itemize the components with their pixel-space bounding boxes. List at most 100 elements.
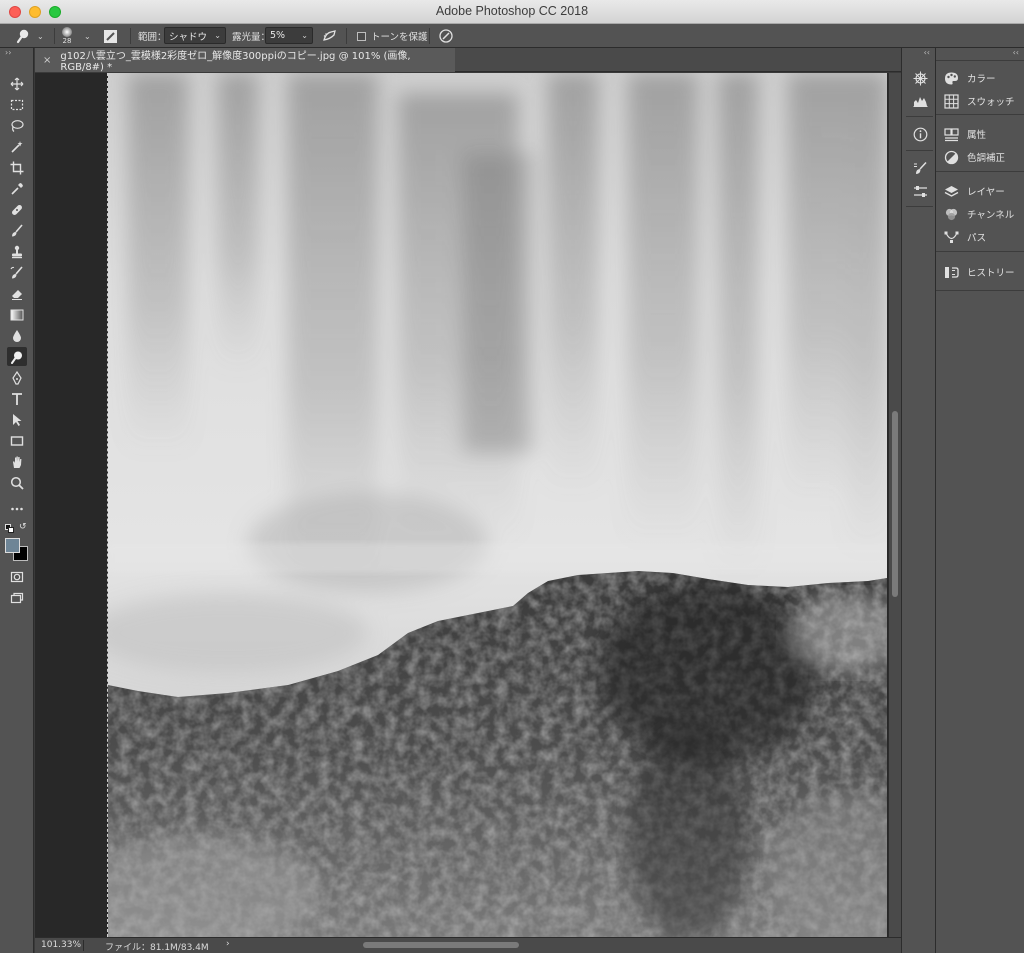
color-panel-label: カラー (967, 74, 996, 85)
exposure-input[interactable]: 5% ⌄ (265, 27, 313, 44)
brush-icon (12, 223, 23, 236)
brush-settings-icon (104, 29, 117, 43)
chevron-down-icon: ⌄ (37, 31, 44, 41)
rectangle-tool[interactable] (7, 431, 27, 450)
blur-tool[interactable] (7, 326, 27, 345)
collapse-panels-icon[interactable]: ‹‹ (1013, 48, 1019, 57)
brush-settings-button[interactable] (103, 24, 118, 48)
navigator-button[interactable] (910, 68, 930, 88)
more-tools-button[interactable] (7, 499, 27, 518)
properties-panel-tab[interactable]: 属性 (944, 124, 986, 144)
dodge-tool[interactable] (7, 347, 27, 366)
pen-tool[interactable] (7, 368, 27, 387)
channels-panel-tab[interactable]: チャンネル (944, 204, 1014, 224)
bandage-icon (12, 204, 22, 215)
eraser-tool[interactable] (7, 284, 27, 303)
document-tab[interactable]: × g102八雲立つ_雲模様2彩度ゼロ_解像度300ppiのコピー.jpg @ … (35, 48, 455, 73)
tool-presets-button[interactable] (910, 181, 930, 201)
swatches-grid-icon (944, 93, 959, 109)
collapsed-panel-strip: ‹‹ (901, 48, 936, 953)
canvas-image[interactable] (108, 73, 887, 937)
swatches-panel-label: スウォッチ (967, 97, 1015, 108)
document-tab-bar: × g102八雲立つ_雲模様2彩度ゼロ_解像度300ppiのコピー.jpg @ … (35, 48, 901, 73)
default-colors-icon[interactable] (5, 524, 14, 533)
crop-tool[interactable] (7, 158, 27, 177)
path-selection-tool[interactable] (7, 410, 27, 429)
collapse-arrows-icon[interactable]: ›› (5, 48, 11, 57)
gradient-tool[interactable] (7, 305, 27, 324)
clone-stamp-tool[interactable] (7, 242, 27, 261)
pressure-size-button[interactable] (438, 24, 454, 48)
magic-wand-tool[interactable] (7, 137, 27, 156)
foreground-color-swatch[interactable] (5, 538, 20, 553)
expand-arrows-icon[interactable]: ‹‹ (924, 48, 930, 57)
vertical-scroll-thumb[interactable] (892, 411, 898, 597)
healing-brush-tool[interactable] (7, 200, 27, 219)
type-tool[interactable] (7, 389, 27, 408)
screen-mode-button[interactable] (7, 588, 27, 607)
brush-settings-panel-button[interactable] (910, 158, 930, 178)
protect-tones-label: トーンを保護 (371, 32, 428, 43)
blur-drop-icon (13, 329, 21, 342)
window-title: Adobe Photoshop CC 2018 (435, 4, 589, 18)
selection-edge (107, 73, 108, 937)
lasso-icon (11, 119, 24, 132)
rectangular-marquee-icon (10, 99, 24, 110)
marquee-tool[interactable] (7, 95, 27, 114)
horizontal-scroll-thumb[interactable] (363, 942, 519, 948)
eraser-icon (12, 289, 22, 300)
panel-dock: ‹‹ カラー スウォッチ 属性 色調補正 レイヤー チャンネル パス ヒストリー (936, 48, 1024, 953)
title-bar: Adobe Photoshop CC 2018 (0, 0, 1024, 24)
tools-panel: ›› ↺ (0, 48, 34, 953)
brush-picker-chevron-icon[interactable]: ⌄ (84, 24, 91, 48)
info-button[interactable] (910, 124, 930, 144)
magnifier-icon (10, 476, 24, 490)
adjustments-icon (944, 150, 959, 164)
status-bar: 101.33% ファイル：81.1M/83.4M › (35, 937, 901, 953)
pressure-icon (439, 29, 453, 43)
brush-presets-icon (913, 161, 927, 174)
brush-tool[interactable] (7, 221, 27, 240)
crop-icon (10, 161, 24, 174)
quick-mask-button[interactable] (7, 567, 27, 586)
adjustments-panel-label: 色調補正 (967, 153, 1006, 164)
dodge-icon (11, 351, 22, 364)
color-panel-tab[interactable]: カラー (944, 68, 996, 88)
move-icon (10, 77, 24, 90)
history-brush-tool[interactable] (7, 263, 27, 282)
range-select[interactable]: シャドウ ⌄ (164, 27, 226, 44)
move-tool[interactable] (7, 74, 27, 93)
gradient-icon (10, 309, 24, 320)
protect-tones-checkbox[interactable]: トーンを保護 (357, 24, 428, 48)
eyedropper-icon (11, 182, 23, 195)
pen-icon (12, 370, 22, 385)
dodge-tool-icon (16, 29, 29, 44)
vertical-scrollbar[interactable] (888, 73, 901, 937)
checkbox-box (357, 31, 366, 41)
quick-mask-icon (10, 571, 24, 582)
zoom-tool[interactable] (7, 473, 27, 492)
swap-colors-icon[interactable]: ↺ (19, 522, 27, 532)
layers-panel-label: レイヤー (967, 187, 1005, 198)
history-panel-tab[interactable]: ヒストリー (944, 262, 1015, 282)
properties-panel-group: 属性 色調補正 (936, 114, 1024, 171)
histogram-button[interactable] (910, 90, 930, 110)
adjustments-panel-tab[interactable]: 色調補正 (944, 147, 1005, 167)
layers-panel-group: レイヤー チャンネル パス (936, 171, 1024, 251)
paths-panel-tab[interactable]: パス (944, 227, 986, 247)
canvas-area[interactable] (35, 73, 888, 937)
close-tab-icon[interactable]: × (43, 55, 51, 66)
hand-tool[interactable] (7, 452, 27, 471)
history-brush-icon (10, 265, 23, 278)
layers-panel-tab[interactable]: レイヤー (944, 181, 1005, 201)
tool-preset-picker[interactable]: ⌄ (16, 24, 44, 48)
status-menu-arrow-icon[interactable]: › (226, 939, 230, 949)
eyedropper-tool[interactable] (7, 179, 27, 198)
lasso-tool[interactable] (7, 116, 27, 135)
swatches-panel-tab[interactable]: スウォッチ (944, 91, 1015, 111)
chevron-down-icon: ⌄ (214, 31, 221, 40)
zoom-level[interactable]: 101.33% (41, 940, 81, 950)
history-panel-group: ヒストリー (936, 251, 1024, 291)
brush-picker[interactable]: 28 (62, 24, 72, 48)
airbrush-button[interactable] (322, 24, 338, 48)
